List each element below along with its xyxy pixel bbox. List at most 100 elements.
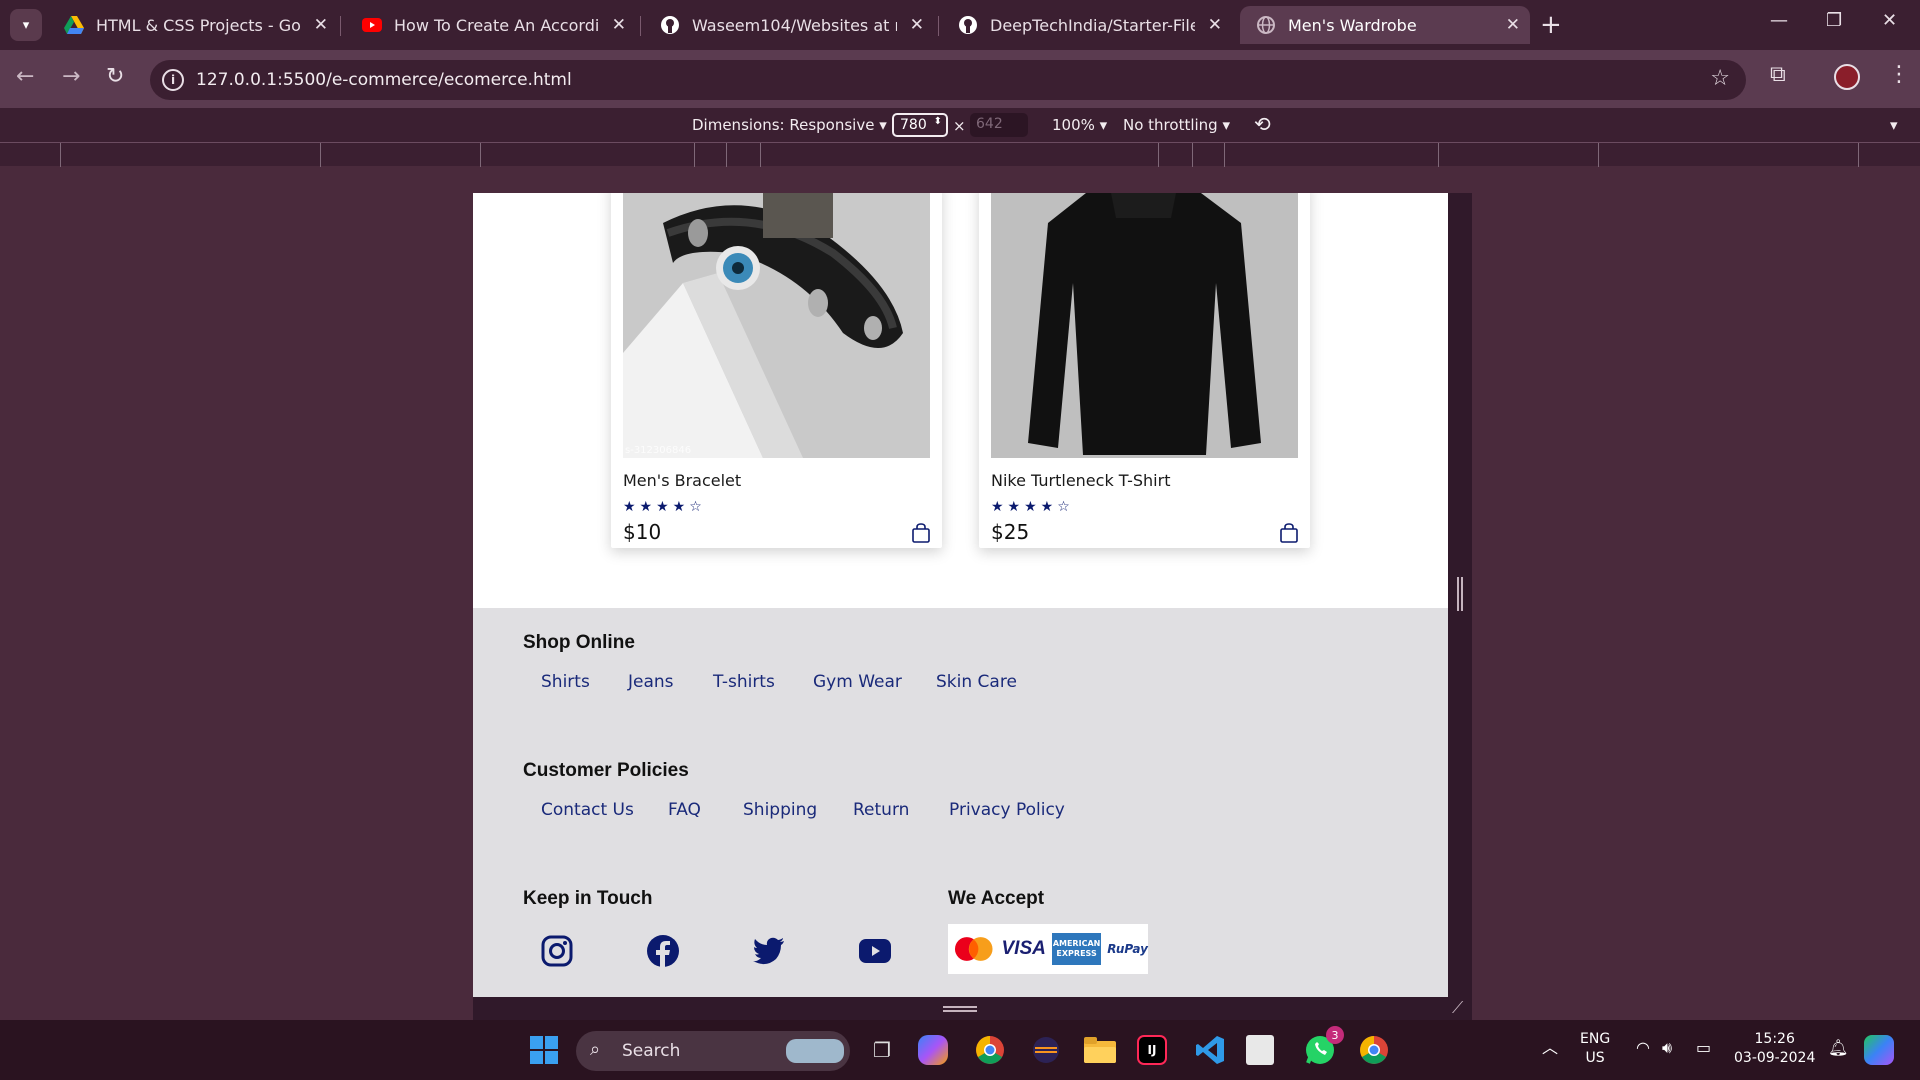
close-icon[interactable]: ✕ [612, 15, 626, 35]
footer-link-jeans[interactable]: Jeans [628, 672, 674, 692]
site-info-icon[interactable]: i [162, 69, 184, 91]
product-card[interactable]: s-312306846 Men's Bracelet ★★★★☆ $10 [611, 193, 942, 548]
minimize-icon[interactable]: — [1770, 10, 1788, 31]
youtube-icon [362, 15, 382, 35]
globe-icon [1256, 15, 1276, 35]
footer-link-skin-care[interactable]: Skin Care [936, 672, 1017, 692]
footer-link-tshirts[interactable]: T-shirts [713, 672, 775, 692]
url-text[interactable]: 127.0.0.1:5500/e-commerce/ecomerce.html [196, 70, 572, 90]
tab-google-drive[interactable]: HTML & CSS Projects - Google ✕ [48, 6, 338, 44]
reload-icon[interactable]: ↻ [106, 64, 124, 89]
rating-stars: ★★★★☆ [991, 499, 1074, 515]
zoom-dropdown[interactable]: 100% ▾ [1052, 116, 1107, 134]
close-icon[interactable]: ✕ [314, 15, 328, 35]
menu-icon[interactable]: ⋮ [1888, 62, 1910, 87]
rupay-logo: RuPay [1107, 942, 1148, 956]
site-footer: Shop Online Shirts Jeans T-shirts Gym We… [473, 608, 1448, 1020]
battery-icon[interactable]: ▭ [1696, 1038, 1711, 1057]
chrome-profile-icon[interactable] [1356, 1032, 1392, 1068]
copilot-icon[interactable] [918, 1035, 948, 1065]
close-window-icon[interactable]: ✕ [1882, 10, 1897, 31]
wifi-icon[interactable]: ◠ [1636, 1038, 1650, 1057]
rotate-icon[interactable]: ⟲ [1254, 112, 1271, 136]
footer-link-privacy-policy[interactable]: Privacy Policy [949, 800, 1065, 820]
product-image-bracelet[interactable]: s-312306846 [623, 193, 930, 458]
whatsapp-icon[interactable]: 3 [1302, 1026, 1344, 1068]
browser-toolbar: ← → ↻ i 127.0.0.1:5500/e-commerce/ecomer… [0, 50, 1920, 108]
tab-github-starter[interactable]: DeepTechIndia/Starter-Files ✕ [942, 6, 1232, 44]
height-input[interactable]: 642 [970, 113, 1028, 137]
resize-handle-right[interactable] [1448, 193, 1472, 1020]
forward-icon[interactable]: → [62, 64, 80, 89]
more-options-icon[interactable]: ▾ [1890, 116, 1898, 134]
close-icon[interactable]: ✕ [910, 15, 924, 35]
search-icon: ⌕ [590, 1039, 601, 1060]
task-view-icon[interactable]: ❐ [864, 1032, 900, 1068]
payment-methods: VISA AMERICAN EXPRESS RuPay [948, 924, 1148, 974]
youtube-icon[interactable] [857, 933, 893, 969]
footer-link-faq[interactable]: FAQ [668, 800, 701, 820]
dimension-separator: × [953, 117, 966, 135]
footer-link-contact-us[interactable]: Contact Us [541, 800, 634, 820]
width-input[interactable]: 780 ⬍ [892, 113, 948, 137]
product-name[interactable]: Nike Turtleneck T-Shirt [991, 471, 1170, 490]
avatar[interactable] [1834, 64, 1860, 90]
footer-link-return[interactable]: Return [853, 800, 909, 820]
throttling-dropdown[interactable]: No throttling ▾ [1123, 116, 1230, 134]
resize-handle-bottom[interactable] [473, 997, 1448, 1020]
address-bar[interactable]: i 127.0.0.1:5500/e-commerce/ecomerce.htm… [150, 60, 1746, 100]
customer-policies-heading: Customer Policies [523, 760, 689, 781]
twitter-icon[interactable] [751, 933, 787, 969]
rating-stars: ★★★★☆ [623, 499, 706, 515]
github-icon [660, 15, 680, 35]
search-highlight-image [786, 1039, 844, 1063]
resize-corner-icon[interactable]: ⟋ [1452, 998, 1463, 1018]
new-tab-button[interactable]: + [1540, 10, 1562, 40]
shopping-bag-icon[interactable] [1280, 523, 1298, 547]
chrome-icon[interactable] [972, 1032, 1008, 1068]
tab-github-websites[interactable]: Waseem104/Websites at master ✕ [644, 6, 934, 44]
clock[interactable]: 15:26 03-09-2024 [1734, 1030, 1815, 1068]
product-price: $25 [991, 520, 1030, 544]
copilot-pre-icon[interactable] [1864, 1035, 1894, 1065]
footer-link-shipping[interactable]: Shipping [743, 800, 817, 820]
taskbar-search[interactable]: ⌕ Search [576, 1031, 850, 1071]
tab-youtube[interactable]: How To Create An Accordions In ✕ [346, 6, 636, 44]
close-icon[interactable]: ✕ [1506, 15, 1520, 35]
language-indicator[interactable]: ENG US [1580, 1030, 1610, 1068]
footer-link-gym-wear[interactable]: Gym Wear [813, 672, 902, 692]
intellij-icon[interactable]: IJ [1137, 1035, 1167, 1065]
product-name[interactable]: Men's Bracelet [623, 471, 741, 490]
tab-search-button[interactable]: ▾ [10, 9, 42, 41]
shopping-bag-icon[interactable] [912, 523, 930, 547]
snipping-tool-icon[interactable] [1246, 1035, 1274, 1065]
facebook-icon[interactable] [645, 933, 681, 969]
windows-start-icon[interactable] [526, 1032, 562, 1068]
tab-mens-wardrobe[interactable]: Men's Wardrobe ✕ [1240, 6, 1530, 44]
back-icon[interactable]: ← [16, 64, 34, 89]
product-price: $10 [623, 520, 662, 544]
keep-in-touch-heading: Keep in Touch [523, 888, 653, 909]
chevron-up-icon[interactable]: ︿ [1542, 1038, 1558, 1057]
dimensions-dropdown[interactable]: Dimensions: Responsive ▾ [692, 116, 887, 134]
close-icon[interactable]: ✕ [1208, 15, 1222, 35]
product-image-turtleneck[interactable] [991, 193, 1298, 458]
notification-bell-icon[interactable]: 🔔︎ [1828, 1038, 1848, 1057]
file-explorer-icon[interactable] [1082, 1032, 1118, 1068]
instagram-icon[interactable] [539, 933, 575, 969]
vscode-icon[interactable] [1192, 1032, 1228, 1068]
eclipse-icon[interactable] [1028, 1032, 1064, 1068]
we-accept-heading: We Accept [948, 888, 1045, 909]
shop-online-heading: Shop Online [523, 632, 635, 653]
restore-icon[interactable]: ❐ [1826, 10, 1842, 31]
product-card[interactable]: Nike Turtleneck T-Shirt ★★★★☆ $25 [979, 193, 1310, 548]
taskbar: ⌕ Search ❐ IJ 3 ︿ ENG US ◠ 🔊︎ ▭ 15:26 03-0… [0, 1020, 1920, 1080]
media-query-ruler[interactable] [0, 142, 1920, 167]
extensions-icon[interactable]: ⧉ [1770, 62, 1786, 87]
volume-icon[interactable]: 🔊︎ [1662, 1038, 1672, 1057]
notification-badge: 3 [1326, 1026, 1344, 1044]
bookmark-star-icon[interactable]: ☆ [1710, 66, 1730, 91]
footer-link-shirts[interactable]: Shirts [541, 672, 590, 692]
github-icon [958, 15, 978, 35]
tab-bar: ▾ HTML & CSS Projects - Google ✕ How To … [0, 0, 1920, 50]
